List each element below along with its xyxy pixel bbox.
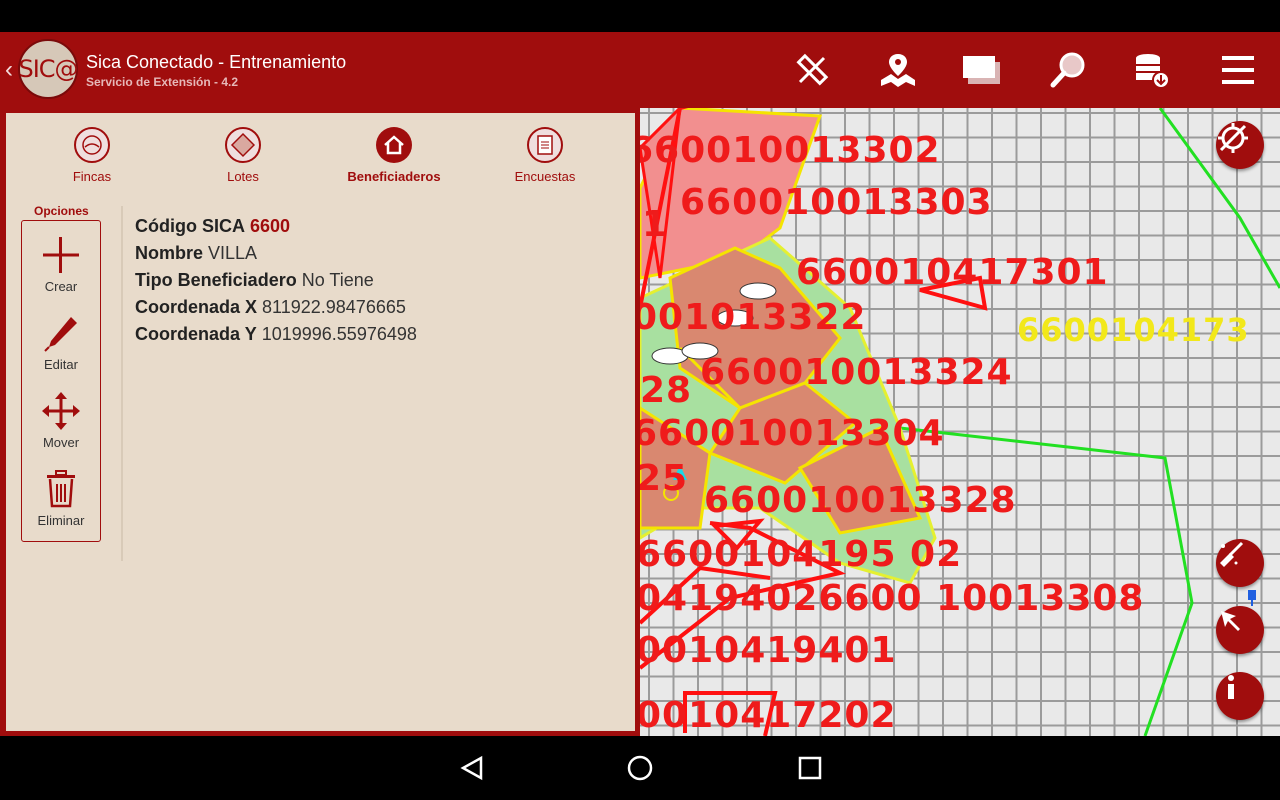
- map-label: 25: [640, 458, 689, 499]
- layers-button[interactable]: [960, 50, 1004, 90]
- house-icon: [376, 127, 412, 163]
- menu-icon: [1222, 56, 1254, 84]
- screen: ‹ SIC@ Sica Conectado - Entrenamiento Se…: [0, 0, 1280, 800]
- options-box: Crear Editar Mover Eliminar: [21, 220, 101, 542]
- coord-y-row: Coordenada Y 1019996.55976498: [135, 321, 417, 348]
- move-icon: [22, 389, 100, 433]
- side-panel-content: Fincas Lotes Beneficiaderos Encuestas Op…: [6, 113, 635, 731]
- codigo-row: Código SICA 6600: [135, 213, 417, 240]
- broom-icon: [1220, 541, 1244, 567]
- codigo-value: 6600: [250, 216, 291, 236]
- tab-encuestas[interactable]: Encuestas: [485, 127, 605, 187]
- panel-divider: [121, 206, 123, 561]
- coord-y-value: 1019996.55976498: [261, 324, 417, 344]
- delete-label: Eliminar: [37, 513, 85, 528]
- app-logo[interactable]: SIC@: [18, 39, 79, 99]
- create-label: Crear: [44, 279, 78, 294]
- sync-button[interactable]: [1130, 50, 1174, 90]
- tab-lotes[interactable]: Lotes: [183, 127, 303, 187]
- map-label: 660010013324: [700, 352, 1013, 393]
- menu-button[interactable]: [1216, 50, 1260, 90]
- logo-text: SIC@: [18, 55, 78, 83]
- tab-lotes-label: Lotes: [227, 169, 259, 184]
- nombre-row: Nombre VILLA: [135, 240, 417, 267]
- fincas-icon: [74, 127, 110, 163]
- layers-icon: [963, 56, 1000, 84]
- nombre-value: VILLA: [208, 243, 258, 263]
- coord-x-label: Coordenada X: [135, 297, 258, 317]
- plus-icon: [22, 233, 100, 277]
- coord-x-value: 811922.98476665: [262, 297, 406, 317]
- map-pin-icon: [881, 54, 915, 87]
- tipo-value: No Tiene: [301, 270, 374, 290]
- cursor-icon: [1221, 611, 1240, 631]
- map-label: 660010417301: [796, 252, 1109, 293]
- back-triangle-icon: [460, 755, 483, 781]
- map-label: 0010419401: [640, 630, 897, 671]
- side-panel: Fincas Lotes Beneficiaderos Encuestas Op…: [0, 108, 640, 736]
- clean-map-button[interactable]: [1216, 539, 1264, 587]
- status-bar: [0, 0, 1280, 32]
- measure-tool-button[interactable]: [790, 50, 834, 90]
- options-title: Opciones: [34, 204, 89, 218]
- search-button[interactable]: [1046, 50, 1090, 90]
- pen-icon: [22, 311, 100, 355]
- tab-encuestas-label: Encuestas: [514, 169, 576, 184]
- map-label: 6600104195 02: [640, 534, 963, 575]
- beneficiadero-details: Código SICA 6600 Nombre VILLA Tipo Benef…: [135, 213, 417, 348]
- nav-recents-button[interactable]: [790, 752, 830, 784]
- map-label: 001013322: [640, 297, 867, 338]
- back-chevron-icon[interactable]: ‹: [5, 56, 13, 84]
- tab-fincas-label: Fincas: [72, 169, 112, 184]
- location-button[interactable]: [876, 50, 920, 90]
- home-circle-icon: [627, 755, 653, 781]
- coord-x-row: Coordenada X 811922.98476665: [135, 294, 417, 321]
- tab-fincas[interactable]: Fincas: [32, 127, 152, 187]
- trash-icon: [22, 467, 100, 511]
- map-label: 660010013303: [680, 182, 993, 223]
- app-bar: ‹ SIC@ Sica Conectado - Entrenamiento Se…: [0, 32, 1280, 108]
- tab-beneficiaderos[interactable]: Beneficiaderos: [334, 127, 454, 187]
- map-label: 04194026600 10013308: [640, 578, 1145, 619]
- map-label: 660010013328: [704, 480, 1017, 521]
- move-label: Mover: [42, 435, 80, 450]
- map-label: 6600104173: [1017, 311, 1250, 349]
- ruler-pencil-icon: [796, 53, 829, 86]
- map-label: 01: [640, 204, 669, 245]
- delete-button[interactable]: Eliminar: [22, 467, 100, 528]
- tipo-label: Tipo Beneficiadero: [135, 270, 297, 290]
- system-nav-bar: [0, 736, 1280, 800]
- map-view[interactable]: 660010013302 01 660010013303 66001041730…: [640, 108, 1280, 736]
- gps-off-icon: [1218, 123, 1248, 153]
- info-button[interactable]: [1216, 672, 1264, 720]
- tab-beneficiaderos-label: Beneficiaderos: [347, 169, 441, 184]
- map-label: 28: [640, 370, 693, 411]
- tipo-row: Tipo Beneficiadero No Tiene: [135, 267, 417, 294]
- search-icon: [1050, 52, 1085, 88]
- coord-y-label: Coordenada Y: [135, 324, 257, 344]
- edit-button[interactable]: Editar: [22, 311, 100, 372]
- map-label: 660010013304: [640, 413, 945, 454]
- recents-square-icon: [798, 756, 822, 780]
- codigo-label: Código SICA: [135, 216, 245, 236]
- map-label: 0010417202: [640, 695, 897, 736]
- select-tool-button[interactable]: [1216, 606, 1264, 654]
- database-download-icon: [1136, 54, 1170, 89]
- move-button[interactable]: Mover: [22, 389, 100, 450]
- create-button[interactable]: Crear: [22, 233, 100, 294]
- lotes-icon: [225, 127, 261, 163]
- nav-home-button[interactable]: [620, 752, 660, 784]
- gps-off-button[interactable]: [1216, 121, 1264, 169]
- document-icon: [527, 127, 563, 163]
- nombre-label: Nombre: [135, 243, 204, 263]
- app-title: Sica Conectado - Entrenamiento: [86, 52, 347, 72]
- app-subtitle: Servicio de Extensión - 4.2: [86, 75, 239, 89]
- nav-back-button[interactable]: [452, 752, 492, 784]
- map-label: 660010013302: [640, 130, 941, 171]
- info-icon: [1228, 675, 1234, 699]
- edit-label: Editar: [44, 357, 78, 372]
